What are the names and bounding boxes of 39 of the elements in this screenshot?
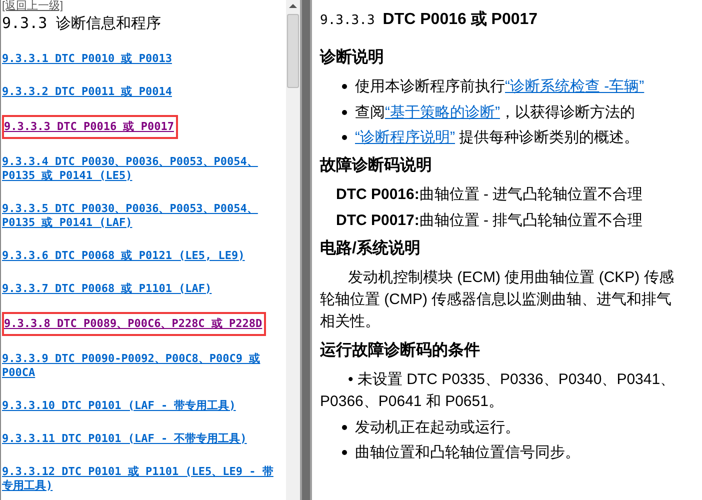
- link[interactable]: “基于策略的诊断”: [385, 104, 500, 120]
- bullet-icon: [342, 135, 347, 140]
- dtc-description: DTC P0017:曲轴位置 - 排气凸轮轴位置不合理: [335, 211, 644, 231]
- toc-link[interactable]: 9.3.3.7 DTC P0068 或 P1101 (LAF): [2, 278, 286, 298]
- section-number: 9.3.3.3: [320, 12, 375, 30]
- toc-link[interactable]: 9.3.3.12 DTC P0101 或 P1101 (LE5、LE9 - 带专用工具): [2, 462, 286, 496]
- bullet-icon: [342, 424, 347, 430]
- dtc-description: DTC P0016:曲轴位置 - 进气凸轮轴位置不合理: [335, 184, 644, 204]
- list-item-text: “诊断程序说明” 提供每种诊断类别的概述。: [355, 128, 640, 148]
- link[interactable]: “诊断系统检查 -车辆”: [505, 78, 644, 95]
- toc-title: 9.3.3 诊断信息和程序: [2, 13, 162, 34]
- toc-link[interactable]: 9.3.3.1 DTC P0010 或 P0013: [2, 48, 286, 68]
- scroll-thumb[interactable]: [287, 14, 299, 88]
- toc-link[interactable]: 9.3.3.11 DTC P0101 (LAF - 不带专用工具): [2, 428, 286, 448]
- toc-link[interactable]: 9.3.3.5 DTC P0030、P0036、P0053、P0054、P0135 或 P0141 (LAF): [2, 198, 286, 232]
- list-item-text: 使用本诊断程序前执行“诊断系统检查 -车辆”: [355, 77, 644, 97]
- list-item-text: 曲轴位置和凸轮轴位置信号同步。: [355, 443, 580, 463]
- list-item-text: 查阅“基于策略的诊断”，以获得诊断方法的: [355, 102, 635, 122]
- scrollbar[interactable]: [286, 0, 300, 500]
- paragraph: 发动机控制模块 (ECM) 使用曲轴位置 (CKP) 传感 轮轴位置 (CMP) 传感器信息以监测曲轴、进气和排气 相关性。: [320, 268, 675, 332]
- bullet-icon: [342, 110, 347, 114]
- list-item-text: 发动机正在起动或运行。: [355, 418, 520, 438]
- toc-link[interactable]: 9.3.3.2 DTC P0011 或 P0014: [2, 82, 286, 102]
- toc-link[interactable]: 9.3.3.9 DTC P0090-P0092、P00C8、P00C9 或 P00CA: [2, 348, 286, 382]
- bullet-icon: [342, 450, 347, 455]
- article-title: DTC P0016 或 P0017: [382, 10, 538, 30]
- toc-link[interactable]: 9.3.3.3 DTC P0016 或 P0017: [2, 114, 178, 138]
- section-heading: 故障诊断码说明: [320, 155, 433, 176]
- back-link[interactable]: [返回上一级]: [2, 0, 286, 12]
- toc-link[interactable]: 9.3.3.6 DTC P0068 或 P0121 (LE5, LE9): [2, 246, 286, 266]
- section-heading: 诊断说明: [320, 48, 385, 68]
- toc-link[interactable]: 9.3.3.10 DTC P0101 (LAF - 带专用工具): [2, 396, 286, 416]
- link[interactable]: “诊断程序说明”: [355, 129, 455, 146]
- section-heading: 运行故障诊断码的条件: [320, 340, 481, 360]
- paragraph: • 未设置 DTC P0335、P0336、P0340、P0341、 P0366、P0641 和 P0651。: [320, 370, 676, 412]
- toc-link[interactable]: 9.3.3.8 DTC P0089、P00C6、P228C 或 P228D: [2, 312, 266, 336]
- section-heading: 电路/系统说明: [320, 238, 422, 258]
- bullet-icon: [342, 84, 347, 89]
- toc-link[interactable]: 9.3.3.4 DTC P0030、P0036、P0053、P0054、P0135 或 P0141 (LE5): [2, 152, 286, 186]
